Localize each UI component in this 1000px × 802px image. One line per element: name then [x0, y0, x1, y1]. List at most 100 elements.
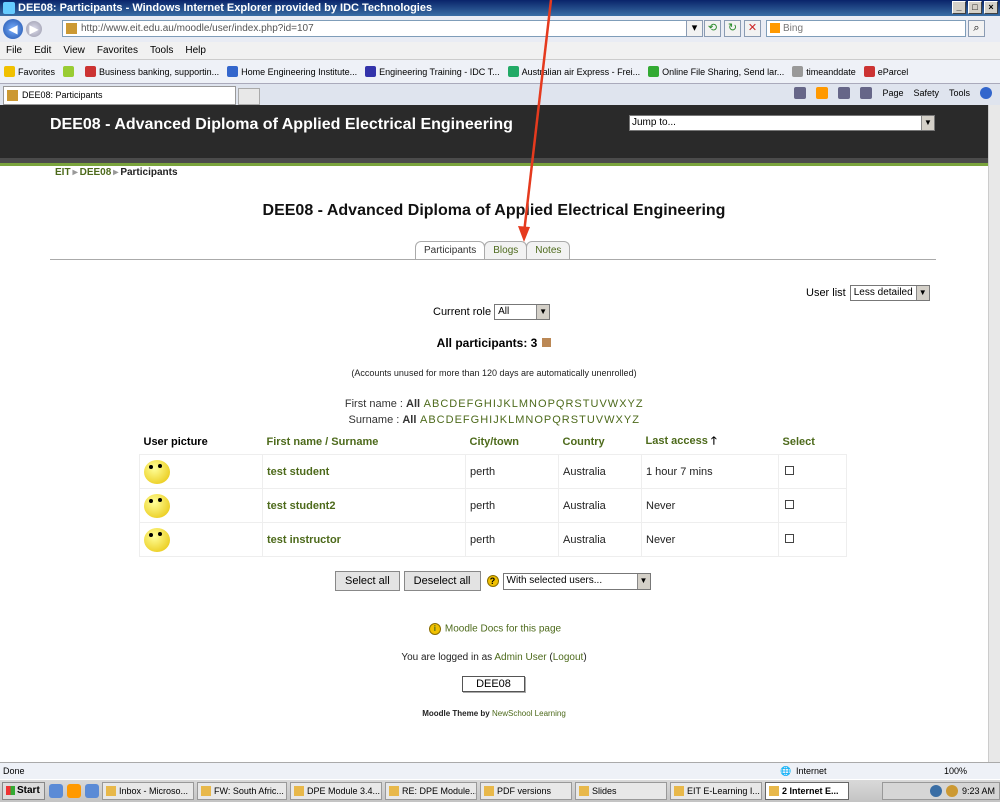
alpha-letter-link[interactable]: T — [583, 398, 590, 410]
breadcrumb-eit[interactable]: EIT — [55, 167, 71, 178]
alpha-letter-link[interactable]: V — [596, 414, 603, 426]
ie-quicklaunch-icon[interactable] — [49, 784, 63, 798]
alpha-letter-link[interactable]: A — [420, 414, 427, 426]
back-button[interactable]: ◀ — [3, 19, 23, 39]
taskbar-item[interactable]: Slides — [575, 782, 667, 800]
moodle-docs-link[interactable]: i Moodle Docs for this page — [0, 623, 988, 635]
deselect-all-button[interactable]: Deselect all — [403, 571, 481, 591]
feeds-icon[interactable] — [816, 87, 829, 99]
alpha-letter-link[interactable]: V — [599, 398, 606, 410]
avatar[interactable] — [144, 459, 170, 484]
alpha-letter-link[interactable]: L — [508, 414, 514, 426]
select-checkbox[interactable] — [785, 533, 794, 543]
alpha-letter-link[interactable]: E — [455, 414, 462, 426]
address-bar[interactable]: http://www.eit.edu.au/moodle/user/index.… — [62, 20, 698, 37]
alpha-letter-link[interactable]: I — [493, 398, 496, 410]
alpha-letter-link[interactable]: S — [574, 398, 581, 410]
alpha-letter-link[interactable]: N — [525, 414, 533, 426]
tab-blogs[interactable]: Blogs — [484, 241, 528, 259]
menu-favorites[interactable]: Favorites — [91, 45, 144, 56]
vertical-scrollbar[interactable] — [988, 105, 1000, 762]
alpha-letter-link[interactable]: F — [463, 414, 470, 426]
avatar[interactable] — [144, 527, 170, 552]
browser-tab[interactable]: DEE08: Participants — [3, 86, 236, 105]
favorites-button[interactable]: Favorites — [4, 66, 55, 77]
alpha-letter-link[interactable]: M — [515, 414, 524, 426]
user-link[interactable]: Admin User — [494, 652, 546, 663]
alpha-letter-link[interactable]: J — [497, 398, 503, 410]
minimize-button[interactable]: _ — [952, 1, 966, 14]
select-all-button[interactable]: Select all — [335, 571, 400, 591]
taskbar-item[interactable]: Inbox - Microso... — [102, 782, 194, 800]
alpha-letter-link[interactable]: H — [480, 414, 488, 426]
address-dropdown-icon[interactable]: ▾ — [686, 20, 703, 37]
col-country[interactable]: Country — [558, 429, 642, 455]
help-icon[interactable]: ? — [486, 575, 499, 587]
avatar[interactable] — [144, 493, 170, 518]
tools-menu[interactable]: Tools — [949, 88, 970, 98]
alpha-letter-link[interactable]: U — [587, 414, 595, 426]
alpha-letter-link[interactable]: K — [503, 398, 510, 410]
current-role-select[interactable]: All ▼ — [494, 304, 551, 320]
alpha-letter-link[interactable]: G — [474, 398, 483, 410]
menu-tools[interactable]: Tools — [144, 45, 179, 56]
favorite-link[interactable]: eParcel — [863, 66, 908, 77]
mail-icon[interactable] — [838, 87, 851, 99]
alpha-letter-link[interactable]: Y — [624, 414, 631, 426]
menu-help[interactable]: Help — [179, 45, 212, 56]
clock[interactable]: 9:23 AM — [962, 786, 995, 796]
alpha-letter-link[interactable]: B — [428, 414, 435, 426]
col-city[interactable]: City/town — [465, 429, 559, 455]
desktop-quicklaunch-icon[interactable] — [85, 784, 99, 798]
alpha-letter-link[interactable]: E — [458, 398, 465, 410]
alpha-letter-link[interactable]: Q — [552, 414, 561, 426]
favorite-link[interactable]: Online File Sharing, Send lar... — [648, 66, 784, 77]
alpha-letter-link[interactable]: Z — [636, 398, 643, 410]
taskbar-item[interactable]: RE: DPE Module... — [385, 782, 477, 800]
alpha-letter-link[interactable]: Z — [632, 414, 639, 426]
alpha-letter-link[interactable]: N — [529, 398, 537, 410]
alpha-letter-link[interactable]: B — [432, 398, 439, 410]
alpha-letter-link[interactable]: J — [493, 414, 499, 426]
menu-file[interactable]: File — [0, 45, 28, 56]
menu-view[interactable]: View — [57, 45, 91, 56]
alpha-letter-link[interactable]: F — [467, 398, 474, 410]
alpha-letter-link[interactable]: O — [534, 414, 543, 426]
taskbar-item[interactable]: EIT E-Learning I... — [670, 782, 762, 800]
forward-button[interactable]: ▶ — [26, 21, 42, 37]
theme-author-link[interactable]: NewSchool Learning — [492, 709, 566, 718]
alpha-letter-link[interactable]: X — [616, 414, 623, 426]
alpha-letter-link[interactable]: U — [591, 398, 599, 410]
alpha-letter-link[interactable]: Y — [628, 398, 635, 410]
tab-participants[interactable]: Participants — [415, 241, 486, 259]
alpha-letter-link[interactable]: W — [608, 398, 618, 410]
participant-name[interactable]: test instructor — [262, 522, 466, 557]
maximize-button[interactable]: □ — [968, 1, 982, 14]
network-icon[interactable] — [929, 785, 942, 797]
logout-link[interactable]: Logout — [553, 652, 584, 663]
course-button[interactable]: DEE08 — [462, 676, 525, 692]
alpha-letter-link[interactable]: M — [519, 398, 528, 410]
print-icon[interactable] — [860, 87, 873, 99]
alpha-letter-link[interactable]: X — [619, 398, 626, 410]
user-list-select[interactable]: Less detailed ▼ — [849, 285, 930, 301]
alpha-letter-link[interactable]: C — [437, 414, 445, 426]
with-selected-select[interactable]: With selected users... ▼ — [502, 572, 651, 590]
alpha-letter-link[interactable]: I — [489, 414, 492, 426]
search-icon[interactable]: ⌕ — [968, 20, 985, 37]
participant-name[interactable]: test student — [262, 454, 466, 489]
close-button[interactable]: × — [984, 1, 998, 14]
breadcrumb-course[interactable]: DEE08 — [80, 167, 112, 178]
alpha-letter-link[interactable]: K — [500, 414, 507, 426]
edit-icon[interactable] — [542, 338, 552, 347]
alpha-letter-link[interactable]: A — [424, 398, 431, 410]
page-menu[interactable]: Page — [882, 88, 903, 98]
alpha-letter-link[interactable]: Q — [556, 398, 565, 410]
taskbar-item[interactable]: PDF versions — [480, 782, 572, 800]
alpha-letter-link[interactable]: C — [440, 398, 448, 410]
alpha-letter-link[interactable]: S — [571, 414, 578, 426]
alpha-letter-link[interactable]: P — [544, 414, 551, 426]
alpha-letter-link[interactable]: O — [538, 398, 547, 410]
alpha-letter-link[interactable]: D — [446, 414, 454, 426]
menu-edit[interactable]: Edit — [28, 45, 57, 56]
